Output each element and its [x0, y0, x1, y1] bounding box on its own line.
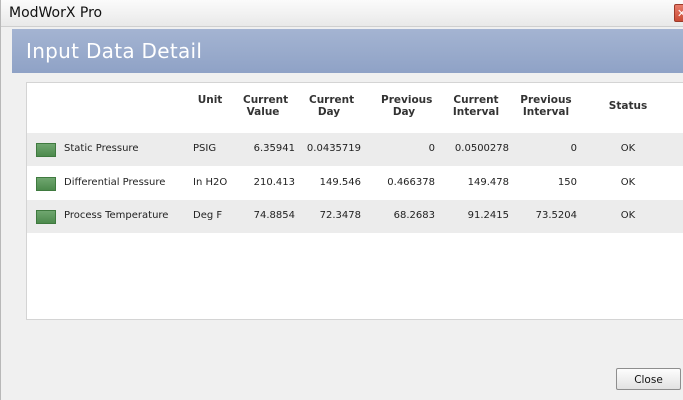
- previous-day-cell: 68.2683: [393, 210, 435, 221]
- col-header-current-interval: Current Interval: [452, 94, 500, 118]
- row-label: Static Pressure: [64, 143, 139, 154]
- current-day-cell: 149.546: [319, 177, 361, 188]
- current-value-cell: 6.35941: [253, 143, 295, 154]
- current-value-cell: 74.8854: [253, 210, 295, 221]
- page-title: Input Data Detail: [26, 39, 203, 63]
- status-cell: OK: [620, 210, 636, 221]
- series-color-swatch: [36, 143, 56, 157]
- current-interval-cell: 0.0500278: [454, 143, 509, 154]
- current-interval-cell: 149.478: [467, 177, 509, 188]
- col-header-status: Status: [608, 100, 648, 112]
- unit-cell: Deg F: [193, 210, 223, 221]
- series-color-swatch: [36, 210, 56, 224]
- status-cell: OK: [620, 177, 636, 188]
- series-color-swatch: [36, 177, 56, 191]
- app-window: ModWorX Pro ✕ Input Data Detail Unit Cur…: [0, 0, 683, 400]
- col-header-current-value: Current Value: [243, 94, 289, 118]
- previous-day-cell: 0: [428, 143, 435, 154]
- table-row[interactable]: Static Pressure PSIG 6.35941 0.0435719 0…: [27, 133, 683, 166]
- close-button[interactable]: Close: [616, 368, 681, 390]
- app-title: ModWorX Pro: [9, 5, 103, 21]
- status-cell: OK: [620, 143, 636, 154]
- row-label: Process Temperature: [64, 210, 169, 221]
- window-close-icon[interactable]: ✕: [674, 4, 683, 22]
- previous-interval-cell: 73.5204: [535, 210, 577, 221]
- table-row[interactable]: Differential Pressure In H2O 210.413 149…: [27, 167, 683, 200]
- current-day-cell: 0.0435719: [306, 143, 361, 154]
- previous-interval-cell: 150: [557, 177, 577, 188]
- col-header-unit: Unit: [197, 94, 223, 106]
- title-bar: ModWorX Pro ✕: [1, 0, 683, 27]
- current-value-cell: 210.413: [253, 177, 295, 188]
- unit-cell: PSIG: [193, 143, 217, 154]
- col-header-previous-interval: Previous Interval: [520, 94, 572, 118]
- table-row[interactable]: Process Temperature Deg F 74.8854 72.347…: [27, 200, 683, 233]
- current-day-cell: 72.3478: [319, 210, 361, 221]
- col-header-previous-day: Previous Day: [381, 94, 433, 118]
- col-header-current-day: Current Day: [309, 94, 355, 118]
- header-band: Input Data Detail: [12, 29, 683, 73]
- current-interval-cell: 91.2415: [467, 210, 509, 221]
- row-label: Differential Pressure: [64, 177, 166, 188]
- unit-cell: In H2O: [193, 177, 228, 188]
- previous-interval-cell: 0: [570, 143, 577, 154]
- previous-day-cell: 0.466378: [387, 177, 435, 188]
